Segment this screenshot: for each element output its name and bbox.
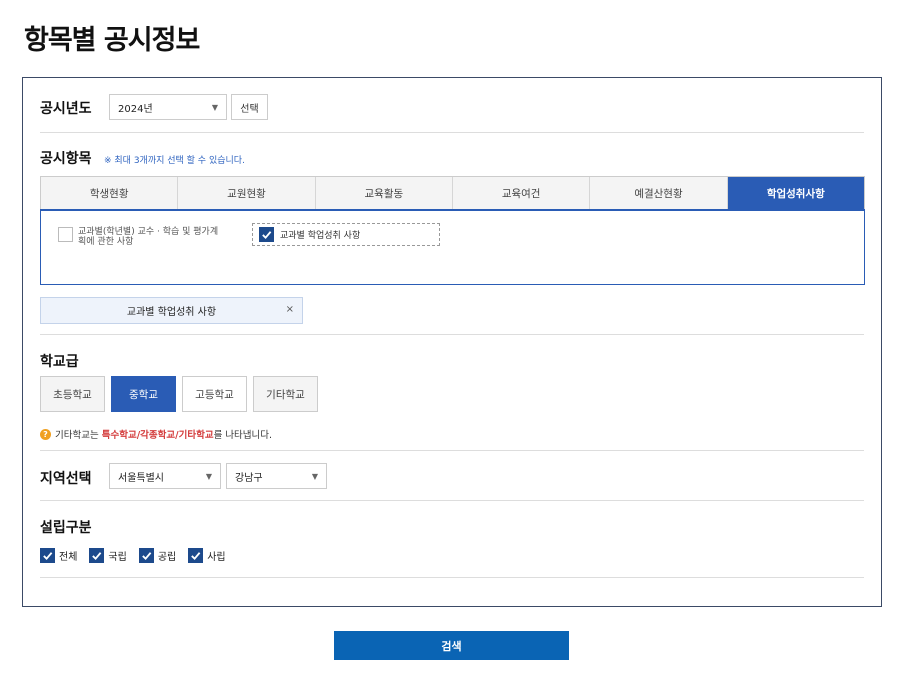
option-subject-achievement-checkbox[interactable]	[259, 227, 274, 242]
option-teaching-plan-line2: 획에 관한 사항	[78, 237, 134, 247]
option-teaching-plan-checkbox[interactable]	[58, 227, 73, 242]
school-level-high-button[interactable]: 고등학교	[182, 376, 247, 412]
page-title: 항목별 공시정보	[24, 25, 200, 56]
chevron-down-icon: ▼	[311, 471, 318, 481]
establishment-all-label: 전체	[59, 552, 78, 563]
establishment-national-checkbox[interactable]	[89, 548, 105, 563]
tab-academic-achievement[interactable]: 학업성취사항	[727, 177, 864, 209]
tab-content: 교과별(학년별) 교수 · 학습 및 평가계 획에 관한 사항 교과별 학업성취…	[40, 209, 865, 285]
establishment-options: 전체 국립 공립 사립	[40, 548, 226, 563]
year-select[interactable]: 2024년 ▼	[109, 94, 227, 120]
info-highlight: 특수학교/각종학교/기타학교	[101, 430, 214, 441]
school-level-label: 학교급	[40, 354, 79, 370]
establishment-private[interactable]: 사립	[188, 548, 226, 563]
tab-education-activity[interactable]: 교육활동	[315, 177, 453, 209]
school-level-other-button[interactable]: 기타학교	[253, 376, 318, 412]
tab-budget-status[interactable]: 예결산현황	[590, 177, 728, 209]
region-city-value: 서울특별시	[118, 472, 164, 484]
info-prefix: 기타학교는	[55, 430, 102, 441]
school-level-elementary-button[interactable]: 초등학교	[40, 376, 105, 412]
selected-item-chip-label: 교과별 학업성취 사항	[126, 307, 217, 318]
tab-teacher-status[interactable]: 교원현황	[178, 177, 316, 209]
items-note: ※ 최대 3개까지 선택 할 수 있습니다.	[104, 156, 245, 166]
question-icon: ?	[40, 428, 51, 440]
school-level-middle-button[interactable]: 중학교	[111, 376, 176, 412]
search-button[interactable]: 검색	[334, 631, 569, 660]
divider	[40, 577, 864, 578]
divider	[40, 334, 864, 335]
region-city-select[interactable]: 서울특별시 ▼	[109, 463, 221, 489]
region-district-value: 강남구	[235, 472, 263, 484]
region-label: 지역선택	[40, 471, 92, 487]
establishment-public-checkbox[interactable]	[138, 548, 154, 563]
establishment-label: 설립구분	[40, 520, 92, 536]
establishment-national[interactable]: 국립	[89, 548, 127, 563]
establishment-public[interactable]: 공립	[138, 548, 177, 563]
year-select-button[interactable]: 선택	[231, 94, 268, 120]
option-teaching-plan[interactable]: 교과별(학년별) 교수 · 학습 및 평가계 획에 관한 사항	[58, 227, 248, 247]
option-teaching-plan-label: 교과별(학년별) 교수 · 학습 및 평가계 획에 관한 사항	[78, 227, 218, 247]
year-label: 공시년도	[40, 101, 92, 117]
establishment-private-label: 사립	[207, 552, 226, 563]
tab-student-status[interactable]: 학생현황	[41, 177, 179, 209]
chevron-down-icon: ▼	[205, 471, 212, 481]
establishment-national-label: 국립	[108, 552, 127, 563]
check-icon	[92, 552, 102, 561]
check-icon	[191, 552, 201, 561]
check-icon	[43, 552, 53, 561]
school-level-buttons: 초등학교 중학교 고등학교 기타학교	[40, 376, 318, 412]
option-teaching-plan-line1: 교과별(학년별) 교수 · 학습 및 평가계	[78, 227, 219, 237]
close-icon[interactable]: ×	[286, 304, 294, 315]
check-icon	[141, 552, 152, 561]
establishment-all[interactable]: 전체	[40, 548, 77, 563]
selected-item-chip: 교과별 학업성취 사항 ×	[40, 297, 303, 324]
establishment-private-checkbox[interactable]	[188, 548, 204, 563]
search-filter-panel: 공시년도 2024년 ▼ 선택 공시항목 ※ 최대 3개까지 선택 할 수 있습…	[22, 77, 882, 607]
divider	[40, 450, 864, 451]
item-tabs: 학생현황 교원현황 교육활동 교육여건 예결산현황 학업성취사항	[40, 176, 865, 209]
establishment-all-checkbox[interactable]	[40, 548, 55, 563]
option-subject-achievement[interactable]: 교과별 학업성취 사항	[252, 223, 440, 246]
region-district-select[interactable]: 강남구 ▼	[226, 463, 327, 489]
check-icon	[262, 231, 272, 240]
tab-education-conditions[interactable]: 교육여건	[452, 177, 591, 209]
info-suffix: 를 나타냅니다.	[213, 430, 273, 441]
establishment-public-label: 공립	[157, 552, 177, 563]
year-select-value: 2024년	[118, 103, 153, 115]
items-label: 공시항목	[40, 151, 92, 167]
divider	[40, 132, 864, 133]
divider	[40, 500, 864, 501]
chevron-down-icon: ▼	[211, 102, 218, 112]
option-subject-achievement-label: 교과별 학업성취 사항	[280, 231, 361, 241]
school-level-info-text: 기타학교는 특수학교/각종학교/기타학교를 나타냅니다.	[55, 427, 272, 441]
school-level-info: ? 기타학교는 특수학교/각종학교/기타학교를 나타냅니다.	[40, 427, 272, 441]
